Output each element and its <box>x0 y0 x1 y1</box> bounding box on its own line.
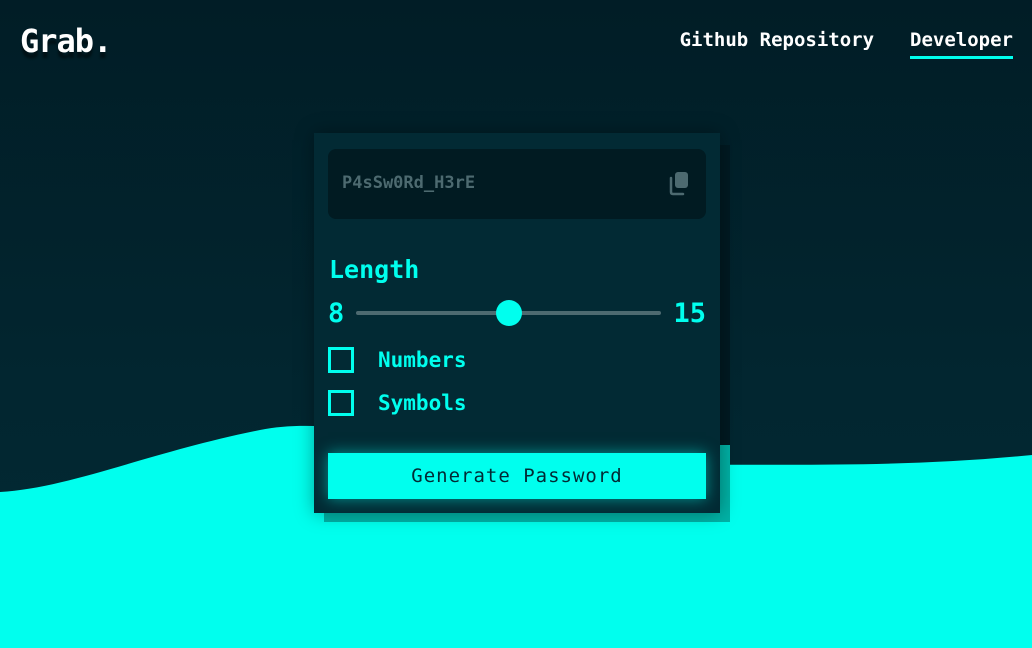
length-min: 8 <box>328 298 345 329</box>
copy-icon[interactable] <box>666 170 692 196</box>
symbols-checkbox[interactable] <box>328 390 354 416</box>
length-max: 15 <box>673 298 706 329</box>
nav-link-developer[interactable]: Developer <box>910 29 1013 59</box>
symbols-label: Symbols <box>378 391 467 415</box>
numbers-checkbox[interactable] <box>328 347 354 373</box>
top-nav: Github Repository Developer <box>680 29 1013 59</box>
numbers-label: Numbers <box>378 348 467 372</box>
symbols-option[interactable]: Symbols <box>328 390 467 416</box>
password-generator-card: P4sSw0Rd_H3rE Length 8 15 Numbers Symbol… <box>314 133 720 513</box>
nav-link-github[interactable]: Github Repository <box>680 29 874 59</box>
password-display: P4sSw0Rd_H3rE <box>328 149 706 219</box>
brand-logo[interactable]: Grab. <box>20 22 112 60</box>
length-slider[interactable] <box>356 300 661 326</box>
password-output: P4sSw0Rd_H3rE <box>342 173 476 193</box>
numbers-option[interactable]: Numbers <box>328 347 467 373</box>
slider-thumb[interactable] <box>495 300 522 326</box>
length-label: Length <box>329 255 420 284</box>
generate-password-button[interactable]: Generate Password <box>328 453 706 499</box>
